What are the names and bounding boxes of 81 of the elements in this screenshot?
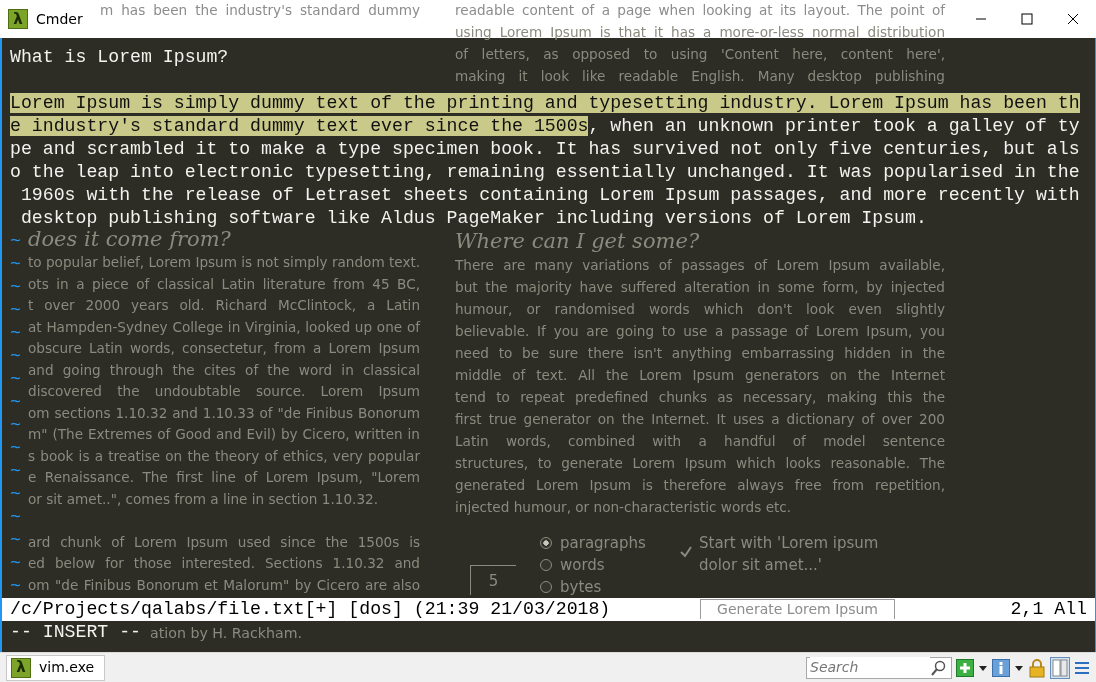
page-text-line: but the majority have suffered alteration in some form, by injected — [455, 278, 945, 297]
page-text-line: ots in a piece of classical Latin literature from 45 BC, — [28, 274, 420, 294]
empty-line-marker: ~ — [10, 576, 21, 596]
page-text-line: om "de Finibus Bonorum et Malorum" by Cicero are also — [28, 575, 420, 595]
page-heading: does it come from? — [28, 228, 231, 250]
page-text-line: ard chunk of Lorem Ipsum used since the 1500s is — [28, 532, 420, 552]
selected-text: Lorem Ipsum is simply dummy text of the printing and typesetting industry. Lorem Ipsum has been th — [10, 93, 1080, 113]
page-text-line: There are many variations of passages of Lorem Ipsum available, — [455, 256, 945, 275]
mode-indicator: -- INSERT -- — [10, 622, 141, 642]
terminal-text: pe and scrambled it to make a type specimen book. It has survived not only five centuries, but als — [10, 139, 1080, 159]
caret-icon[interactable] — [1014, 663, 1024, 672]
page-text-line: believable. If you are going to use a passage of Lorem Ipsum, you — [455, 322, 945, 341]
app-icon: λ — [11, 657, 31, 678]
page-text-line: generated Lorem Ipsum is therefore always free from repetition, — [455, 476, 945, 495]
page-text-line: first true generator on the Internet. It uses a dictionary of over 200 — [455, 410, 945, 429]
search-icon — [930, 659, 946, 676]
empty-line-marker: ~ — [10, 392, 21, 412]
app-icon: λ — [8, 9, 28, 29]
page-text-line: readable content of a page when looking at its layout. The point of — [455, 1, 945, 20]
page-text-line: using Lorem Ipsum is that it has a more-or-less normal distribution — [455, 23, 945, 42]
terminal-text: o the leap into electronic typesetting, remaining essentially unchanged. It was popularised in the — [10, 162, 1080, 182]
empty-line-marker: ~ — [10, 461, 21, 481]
cursor-position: 2,1 All — [1010, 598, 1087, 621]
page-text-line: injected humour, or non-characteristic words etc. — [455, 498, 792, 517]
terminal-text: , when an unknown printer took a galley of ty — [588, 116, 1080, 136]
maximize-icon — [1021, 13, 1033, 25]
page-text-line: m has been the industry's standard dummy — [100, 1, 420, 20]
selected-text: e industry's standard dummy text ever since the 1500s — [10, 116, 589, 136]
radio-label: paragraphs — [560, 532, 646, 554]
page-text-line: need to be sure there isn't anything embarrassing hidden in the — [455, 344, 945, 363]
checkbox-label: Start with 'Lorem ipsum dolor sit amet...' — [699, 533, 879, 576]
page-text-line: ation by H. Rackham. — [150, 624, 302, 643]
page-text-line: s book is a treatise on the theory of ethics, very popular — [28, 446, 420, 466]
page-text-line: at Hampden-Sydney College in Virginia, looked up one of — [28, 317, 420, 337]
page-heading: Where can I get some? — [455, 230, 700, 252]
page-text-line: m" (The Extremes of Good and Evil) by Cicero, written in — [28, 425, 420, 444]
page-text-line: discovered the undoubtable source. Lorem Ipsum — [28, 382, 420, 401]
caret-icon[interactable] — [978, 663, 988, 672]
page-text-line: ed below for those interested. Sections 1.10.32 and — [28, 554, 420, 573]
terminal-text: desktop publishing software like Aldus PageMaker including versions of Lorem Ipsum. — [19, 208, 927, 228]
split-panes-icon[interactable] — [1050, 656, 1070, 679]
radio-label: bytes — [560, 576, 602, 598]
page-text-line: and going through the cites of the word in classical — [28, 360, 420, 380]
empty-line-marker: ~ — [10, 553, 21, 573]
terminal-line: What is Lorem Ipsum? — [10, 47, 229, 67]
empty-line-marker: ~ — [10, 231, 21, 251]
page-text-line: humour, or randomised words which don't look even slightly — [455, 300, 945, 319]
page-text-line: obscure Latin words, consectetur, from a Lorem Ipsum — [28, 339, 420, 358]
page-text-line: to popular belief, Lorem Ipsum is not simply random text. — [28, 253, 420, 272]
window-title: Cmder — [36, 9, 83, 29]
console-tab[interactable]: λ vim.exe — [6, 654, 106, 681]
page-text-line: e Renaissance. The first line of Lorem Ipsum, "Lorem — [28, 468, 420, 487]
empty-line-marker: ~ — [10, 484, 21, 504]
status-file: /c/Projects/qalabs/file.txt[+] [dos] (21:39 21/03/2018) — [10, 598, 611, 621]
page-text-line: making it look like readable English. Many desktop publishing — [455, 67, 945, 86]
page-text-line: om sections 1.10.32 and 1.10.33 of "de Finibus Bonorum — [28, 403, 420, 423]
search-field[interactable]: Search — [806, 656, 952, 679]
radio-label: words — [560, 554, 605, 576]
close-icon — [1067, 13, 1079, 25]
page-text-line: Latin words, combined with a handful of model sentence — [455, 432, 945, 451]
page-text-line: or sit amet..", comes from a line in section 1.10.32. — [28, 489, 378, 509]
page-text-line: t over 2000 years old. Richard McClintock, a Latin — [28, 296, 420, 315]
page-text-line: tend to repeat predefined chunks as necessary, making this the — [455, 388, 945, 407]
empty-line-marker: ~ — [10, 346, 21, 366]
empty-line-marker: ~ — [10, 323, 21, 343]
empty-line-marker: ~ — [10, 530, 21, 550]
empty-line-marker: ~ — [10, 277, 21, 297]
page-text-line: middle of text. All the Lorem Ipsum generators on the Internet — [455, 366, 945, 385]
terminal-text: 1960s with the release of Letraset sheets containing Lorem Ipsum passages, and more recently with — [19, 185, 1080, 205]
page-text-line: structures, to generate Lorem Ipsum which looks reasonable. The — [455, 454, 945, 473]
menu-icon[interactable] — [1074, 659, 1090, 676]
empty-line-marker: ~ — [10, 438, 21, 458]
empty-line-marker: ~ — [10, 415, 21, 435]
page-text-line: of letters, as opposed to using 'Content here, content here', — [455, 45, 945, 64]
checkbox[interactable] — [679, 545, 693, 559]
empty-line-marker: ~ — [10, 254, 21, 274]
empty-line-marker: ~ — [10, 507, 21, 527]
info-icon[interactable] — [992, 658, 1010, 677]
empty-line-marker: ~ — [10, 369, 21, 389]
new-console-icon[interactable] — [956, 658, 974, 677]
empty-line-marker: ~ — [10, 300, 21, 320]
